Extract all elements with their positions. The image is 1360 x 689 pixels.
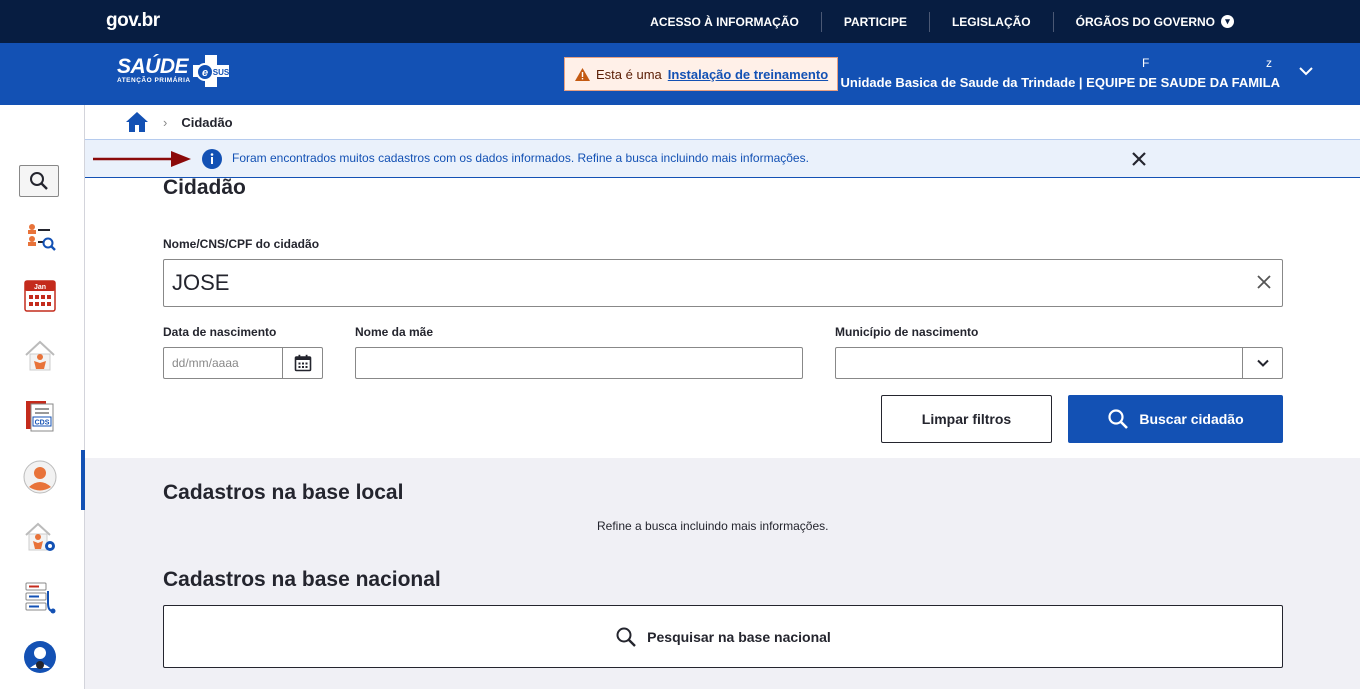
red-arrow-annotation [93,151,191,167]
calendar-icon [294,354,311,372]
local-results-title: Cadastros na base local [163,481,404,504]
user-name: F z [1142,56,1272,70]
esus-cross-icon: e SUS [193,55,230,87]
name-label: Nome/CNS/CPF do cidadão [163,237,320,251]
info-alert: Foram encontrados muitos cadastros com o… [85,139,1360,178]
search-national-base-button[interactable]: Pesquisar na base nacional [163,605,1283,668]
citizen-search-field [163,259,1283,307]
birth-date-field [163,347,323,379]
mother-name-field [355,347,803,379]
saude-esus-logo[interactable]: SAÚDE e SUS ATENÇÃO PRIMÁRIA [117,55,230,87]
sidebar-item-lista-atendimento[interactable] [22,219,58,255]
home-icon[interactable] [125,111,149,133]
birth-city-select[interactable] [835,347,1283,379]
birth-city-label: Município de nascimento [835,325,979,339]
app-header: SAÚDE e SUS ATENÇÃO PRIMÁRIA Esta é uma … [0,43,1360,105]
alert-message: Foram encontrados muitos cadastros com o… [232,151,809,165]
training-link[interactable]: Instalação de treinamento [668,67,828,82]
citizen-search-input[interactable] [164,260,1282,306]
gov-links: ACESSO À INFORMAÇÃO PARTICIPE LEGISLAÇÃO… [628,0,1256,43]
home-person-icon [25,340,55,371]
search-citizen-button[interactable]: Buscar cidadão [1068,395,1283,443]
breadcrumb: › Cidadão [125,110,233,134]
chevron-down-icon [1256,359,1269,367]
chevron-down-icon: ▾ [1221,15,1234,28]
user-unit: Unidade Basica de Saude da Trindade | EQ… [840,75,1280,90]
link-participe[interactable]: PARTICIPE [820,11,929,32]
sidebar-item-prontuario[interactable] [22,580,58,616]
link-legislacao[interactable]: LEGISLAÇÃO [928,11,1053,32]
brand-subtitle: ATENÇÃO PRIMÁRIA [117,77,191,84]
link-orgaos-governo[interactable]: ÓRGÃOS DO GOVERNO ▾ [1052,11,1256,32]
breadcrumb-current: Cidadão [181,114,233,130]
select-toggle[interactable] [1242,348,1282,378]
clear-input-icon[interactable] [1256,274,1272,290]
training-prefix: Esta é uma [596,66,662,82]
home-settings-icon [25,522,55,551]
search-icon [616,627,637,647]
page-title: Cidadão [163,176,246,199]
warning-icon [575,67,590,81]
link-acesso-informacao[interactable]: ACESSO À INFORMAÇÃO [628,12,821,32]
calendar-icon: Jan [24,280,56,312]
sidebar: Jan CDS [0,105,85,689]
govbr-logo[interactable]: gov.br [106,10,160,32]
local-results-message: Refine a busca incluindo mais informaçõe… [597,519,829,533]
brand-name: SAÚDE [117,55,189,78]
sidebar-item-cds[interactable]: CDS [22,398,58,434]
info-icon [202,149,222,169]
gov-top-bar: gov.br ACESSO À INFORMAÇÃO PARTICIPE LEG… [0,0,1360,43]
svg-text:e: e [202,67,208,79]
training-warning: Esta é uma Instalação de treinamento [564,57,838,91]
user-info[interactable]: F z Unidade Basica de Saude da Trindade … [841,56,1280,90]
citizen-icon [23,460,57,494]
brand-badge: SUS [213,68,230,77]
cds-document-icon: CDS [26,401,54,432]
national-results-title: Cadastros na base nacional [163,568,441,591]
close-icon[interactable] [1131,151,1147,167]
sidebar-item-cidadao[interactable] [22,459,58,495]
sidebar-item-vigilancia[interactable] [22,338,58,374]
records-stethoscope-icon [25,582,56,614]
sidebar-item-agenda[interactable]: Jan [22,278,58,314]
user-shield-icon [24,641,56,673]
sidebar-item-perfil[interactable] [22,639,58,675]
search-icon [1108,409,1129,429]
birth-date-input[interactable] [164,348,282,378]
chevron-down-icon[interactable] [1298,63,1314,79]
search-icon [30,172,48,190]
sidebar-search-button[interactable] [19,165,59,197]
birth-date-label: Data de nascimento [163,325,277,339]
patient-list-search-icon [28,224,56,251]
mother-name-label: Nome da mãe [355,325,434,339]
clear-filters-button[interactable]: Limpar filtros [881,395,1052,443]
calendar-month: Jan [34,284,46,291]
breadcrumb-separator: › [163,114,168,130]
mother-name-input[interactable] [356,348,802,378]
cds-label: CDS [35,420,50,427]
calendar-button[interactable] [282,348,322,378]
sidebar-item-gestao-unidade[interactable] [22,519,58,555]
